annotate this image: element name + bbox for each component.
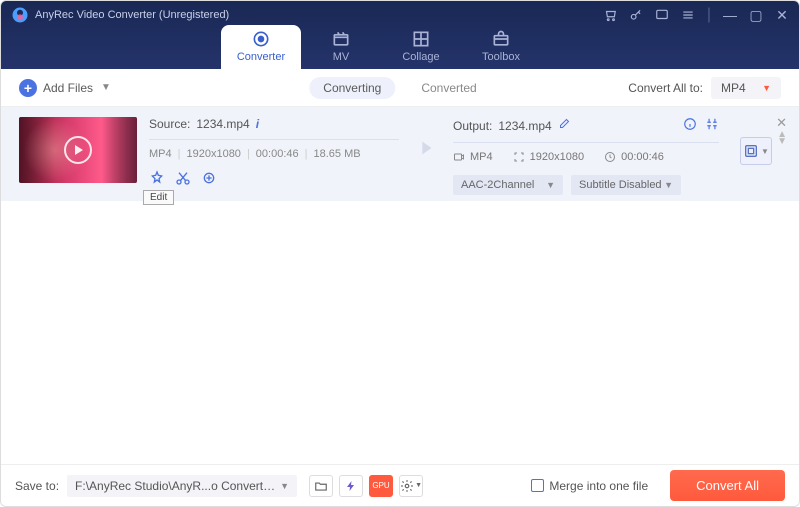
clock-icon — [604, 151, 616, 163]
save-to-label: Save to: — [15, 479, 59, 493]
hw-accel-button[interactable] — [339, 475, 363, 497]
audio-select[interactable]: AAC-2Channel▼ — [453, 175, 563, 195]
output-format: MP4 — [470, 151, 493, 163]
seg-tab-converting[interactable]: Converting — [309, 77, 395, 99]
source-label: Source: — [149, 117, 190, 131]
play-icon — [64, 136, 92, 164]
cut-icon[interactable] — [175, 170, 191, 186]
merge-label: Merge into one file — [549, 479, 648, 493]
format-icon — [743, 143, 759, 159]
add-files-label: Add Files — [43, 81, 93, 95]
minimize-button[interactable]: — — [723, 8, 737, 22]
mv-icon — [331, 29, 351, 49]
tab-label: Converter — [237, 51, 285, 63]
tab-converter[interactable]: Converter — [221, 25, 301, 69]
output-format-button[interactable]: ▼ — [740, 137, 772, 165]
tab-toolbox[interactable]: Toolbox — [461, 25, 541, 69]
resolution-icon — [513, 151, 525, 163]
edit-name-icon[interactable] — [558, 118, 570, 133]
merge-checkbox[interactable]: Merge into one file — [531, 479, 648, 493]
chevron-down-icon: ▼ — [546, 180, 555, 190]
edit-icon[interactable]: Edit — [149, 170, 165, 186]
app-title: AnyRec Video Converter (Unregistered) — [35, 9, 229, 21]
reorder-handle[interactable]: ▲▼ — [777, 131, 787, 145]
edit-tooltip: Edit — [143, 190, 174, 205]
video-icon — [453, 151, 465, 163]
info-icon[interactable]: i — [256, 117, 259, 131]
source-size: 18.65 MB — [313, 148, 360, 160]
tab-label: MV — [333, 51, 350, 63]
info-output-icon[interactable] — [683, 117, 697, 134]
tab-collage[interactable]: Collage — [381, 25, 461, 69]
chevron-down-icon: ▼ — [280, 481, 289, 491]
collage-icon — [411, 29, 431, 49]
convert-all-format-value: MP4 — [721, 81, 746, 95]
enhance-icon[interactable] — [201, 170, 217, 186]
chevron-down-icon: ▼ — [761, 147, 769, 156]
key-icon[interactable] — [629, 8, 643, 22]
output-duration: 00:00:46 — [621, 151, 664, 163]
toolbox-icon — [491, 29, 511, 49]
subtitle-select[interactable]: Subtitle Disabled▼ — [571, 175, 681, 195]
maximize-button[interactable]: ▢ — [749, 8, 763, 22]
seg-tab-converted[interactable]: Converted — [407, 77, 490, 99]
menu-icon[interactable] — [681, 8, 695, 22]
open-folder-button[interactable] — [309, 475, 333, 497]
app-logo — [11, 6, 29, 24]
source-resolution: 1920x1080 — [186, 148, 240, 160]
close-button[interactable]: ✕ — [775, 8, 789, 22]
save-path-select[interactable]: F:\AnyRec Studio\AnyR...o Converter\Conv… — [67, 475, 297, 497]
tab-label: Toolbox — [482, 51, 520, 63]
source-format: MP4 — [149, 148, 172, 160]
converter-icon — [251, 29, 271, 49]
output-filename: 1234.mp4 — [498, 119, 551, 133]
video-thumbnail[interactable] — [19, 117, 137, 183]
plus-icon: + — [19, 79, 37, 97]
gpu-button[interactable]: GPU — [369, 475, 393, 497]
cart-icon[interactable] — [603, 8, 617, 22]
feedback-icon[interactable] — [655, 8, 669, 22]
arrow-right-icon — [415, 137, 437, 159]
chevron-down-icon: ▼ — [762, 83, 771, 93]
chevron-down-icon[interactable]: ▼ — [101, 82, 111, 93]
file-row: Source: 1234.mp4 i MP4| 1920x1080| 00:00… — [1, 107, 799, 201]
settings-button[interactable]: ▼ — [399, 475, 423, 497]
compress-icon[interactable] — [705, 117, 719, 134]
chevron-down-icon: ▼ — [664, 180, 673, 190]
source-duration: 00:00:46 — [256, 148, 299, 160]
add-files-button[interactable]: + Add Files ▼ — [19, 79, 111, 97]
tab-label: Collage — [402, 51, 439, 63]
checkbox-icon — [531, 479, 544, 492]
empty-area — [1, 201, 799, 464]
tab-mv[interactable]: MV — [301, 25, 381, 69]
convert-all-button[interactable]: Convert All — [670, 470, 785, 501]
save-path-value: F:\AnyRec Studio\AnyR...o Converter\Conv… — [75, 479, 280, 493]
output-label: Output: — [453, 119, 492, 133]
source-filename: 1234.mp4 — [196, 117, 249, 131]
output-resolution: 1920x1080 — [530, 151, 584, 163]
convert-all-to-label: Convert All to: — [628, 81, 703, 95]
divider — [453, 142, 719, 143]
convert-all-format-select[interactable]: MP4 ▼ — [711, 77, 781, 99]
divider — [149, 139, 399, 140]
